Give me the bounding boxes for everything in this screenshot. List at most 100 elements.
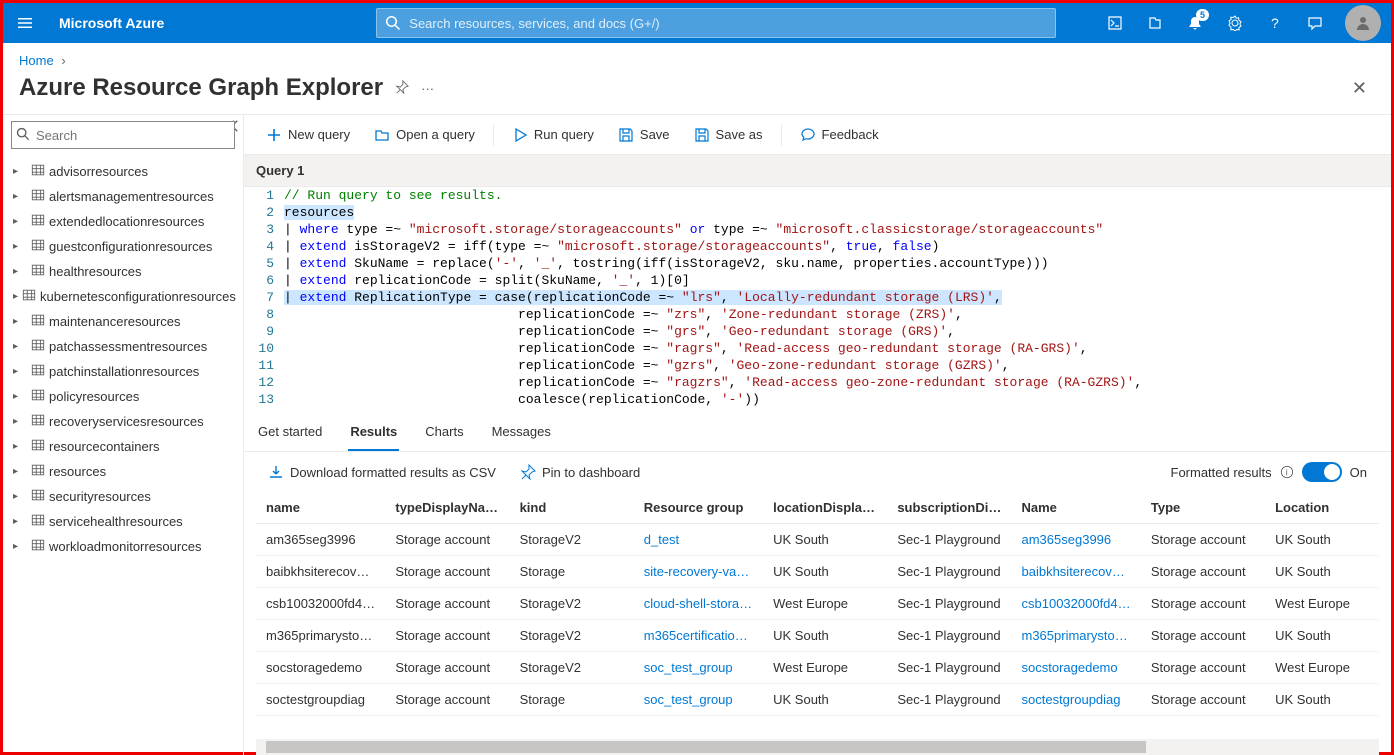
pin-icon[interactable] — [395, 80, 409, 97]
sidebar-item[interactable]: ▸advisorresources — [11, 159, 235, 184]
sidebar-item[interactable]: ▸patchinstallationresources — [11, 359, 235, 384]
column-header[interactable]: name — [256, 492, 385, 524]
table-cell[interactable]: m365primarystorage — [1012, 620, 1141, 652]
sidebar-item[interactable]: ▸resources — [11, 459, 235, 484]
query-editor[interactable]: 1// Run query to see results.2resources3… — [244, 187, 1391, 408]
sidebar-item[interactable]: ▸patchassessmentresources — [11, 334, 235, 359]
table-cell: StorageV2 — [510, 588, 634, 620]
pin-dashboard-button[interactable]: Pin to dashboard — [520, 464, 640, 480]
table-cell: Sec-1 Playground — [887, 684, 1011, 716]
column-header[interactable]: Location — [1265, 492, 1379, 524]
table-cell: UK South — [763, 524, 887, 556]
table-row[interactable]: am365seg3996Storage accountStorageV2d_te… — [256, 524, 1379, 556]
query-tab[interactable]: Query 1 — [244, 155, 1391, 187]
new-query-button[interactable]: New query — [256, 123, 360, 147]
table-cell[interactable]: soc_test_group — [634, 684, 763, 716]
table-cell: West Europe — [763, 652, 887, 684]
toggle-state-label: On — [1350, 465, 1367, 480]
table-row[interactable]: socstoragedemoStorage accountStorageV2so… — [256, 652, 1379, 684]
divider — [493, 124, 494, 146]
info-icon[interactable]: i — [1280, 465, 1294, 479]
column-header[interactable]: kind — [510, 492, 634, 524]
table-cell[interactable]: site-recovery-vault-uk-... — [634, 556, 763, 588]
hamburger-menu[interactable] — [3, 15, 47, 31]
table-cell: Storage account — [385, 556, 509, 588]
column-header[interactable]: Type — [1141, 492, 1265, 524]
scrollbar-thumb[interactable] — [266, 741, 1146, 753]
table-cell: baibkhsiterecovasrcache — [256, 556, 385, 588]
table-row[interactable]: csb10032000fd40f2aaStorage accountStorag… — [256, 588, 1379, 620]
global-search[interactable] — [376, 8, 1056, 38]
sidebar-item[interactable]: ▸healthresources — [11, 259, 235, 284]
sidebar-item[interactable]: ▸workloadmonitorresources — [11, 534, 235, 559]
tab-charts[interactable]: Charts — [423, 414, 465, 451]
table-cell: UK South — [763, 620, 887, 652]
save-button[interactable]: Save — [608, 123, 680, 147]
breadcrumb-home[interactable]: Home — [19, 53, 54, 68]
formatted-results-switch[interactable] — [1302, 462, 1342, 482]
directories-icon[interactable] — [1135, 3, 1175, 43]
table-cell[interactable]: csb10032000fd40f2aa — [1012, 588, 1141, 620]
table-cell: soctestgroupdiag — [256, 684, 385, 716]
feedback-icon[interactable] — [1295, 3, 1335, 43]
sidebar-item[interactable]: ▸recoveryservicesresources — [11, 409, 235, 434]
run-query-button[interactable]: Run query — [502, 123, 604, 147]
chevron-right-icon: ▸ — [13, 166, 27, 177]
download-csv-button[interactable]: Download formatted results as CSV — [268, 464, 496, 480]
table-cell[interactable]: baibkhsiterecovasrcac... — [1012, 556, 1141, 588]
table-cell[interactable]: am365seg3996 — [1012, 524, 1141, 556]
sidebar-item[interactable]: ▸resourcecontainers — [11, 434, 235, 459]
table-cell[interactable]: m365certification_test — [634, 620, 763, 652]
table-cell[interactable]: d_test — [634, 524, 763, 556]
chevron-right-icon: ▸ — [13, 291, 18, 302]
table-cell: Storage account — [1141, 620, 1265, 652]
sidebar-item[interactable]: ▸maintenanceresources — [11, 309, 235, 334]
table-cell[interactable]: soc_test_group — [634, 652, 763, 684]
sidebar-item[interactable]: ▸securityresources — [11, 484, 235, 509]
tab-messages[interactable]: Messages — [490, 414, 553, 451]
table-icon — [31, 238, 45, 255]
sidebar-item-label: guestconfigurationresources — [49, 239, 212, 254]
table-icon — [31, 163, 45, 180]
feedback-button[interactable]: Feedback — [790, 123, 889, 147]
close-icon[interactable]: ✕ — [1352, 78, 1367, 99]
sidebar-item[interactable]: ▸kubernetesconfigurationresources — [11, 284, 235, 309]
sidebar-item[interactable]: ▸alertsmanagementresources — [11, 184, 235, 209]
column-header[interactable]: Resource group — [634, 492, 763, 524]
tab-results[interactable]: Results — [348, 414, 399, 451]
notifications-icon[interactable]: 5 — [1175, 3, 1215, 43]
save-as-button[interactable]: Save as — [684, 123, 773, 147]
table-cell[interactable]: cloud-shell-storage-w... — [634, 588, 763, 620]
sidebar-item[interactable]: ▸guestconfigurationresources — [11, 234, 235, 259]
table-cell: Sec-1 Playground — [887, 556, 1011, 588]
cloud-shell-icon[interactable] — [1095, 3, 1135, 43]
chevron-right-icon: ▸ — [13, 466, 27, 477]
sidebar-search-input[interactable] — [11, 121, 235, 149]
table-cell: Storage — [510, 684, 634, 716]
sidebar-item[interactable]: ▸extendedlocationresources — [11, 209, 235, 234]
table-row[interactable]: m365primarystorageStorage accountStorage… — [256, 620, 1379, 652]
more-icon[interactable]: ··· — [421, 81, 434, 96]
table-row[interactable]: soctestgroupdiagStorage accountStorageso… — [256, 684, 1379, 716]
table-row[interactable]: baibkhsiterecovasrcacheStorage accountSt… — [256, 556, 1379, 588]
tab-get-started[interactable]: Get started — [256, 414, 324, 451]
open-query-button[interactable]: Open a query — [364, 123, 485, 147]
table-cell: UK South — [1265, 524, 1379, 556]
divider — [781, 124, 782, 146]
horizontal-scrollbar[interactable] — [256, 739, 1379, 755]
search-icon — [385, 15, 401, 31]
sidebar-item[interactable]: ▸servicehealthresources — [11, 509, 235, 534]
settings-icon[interactable] — [1215, 3, 1255, 43]
avatar[interactable] — [1345, 5, 1381, 41]
column-header[interactable]: locationDisplayName — [763, 492, 887, 524]
table-cell[interactable]: socstoragedemo — [1012, 652, 1141, 684]
global-search-input[interactable] — [409, 16, 1047, 31]
sidebar-item[interactable]: ▸policyresources — [11, 384, 235, 409]
column-header[interactable]: subscriptionDisplay... — [887, 492, 1011, 524]
help-icon[interactable]: ? — [1255, 3, 1295, 43]
column-header[interactable]: Name — [1012, 492, 1141, 524]
table-cell: Sec-1 Playground — [887, 588, 1011, 620]
result-tabs: Get started Results Charts Messages — [244, 414, 1391, 452]
column-header[interactable]: typeDisplayName — [385, 492, 509, 524]
table-cell[interactable]: soctestgroupdiag — [1012, 684, 1141, 716]
